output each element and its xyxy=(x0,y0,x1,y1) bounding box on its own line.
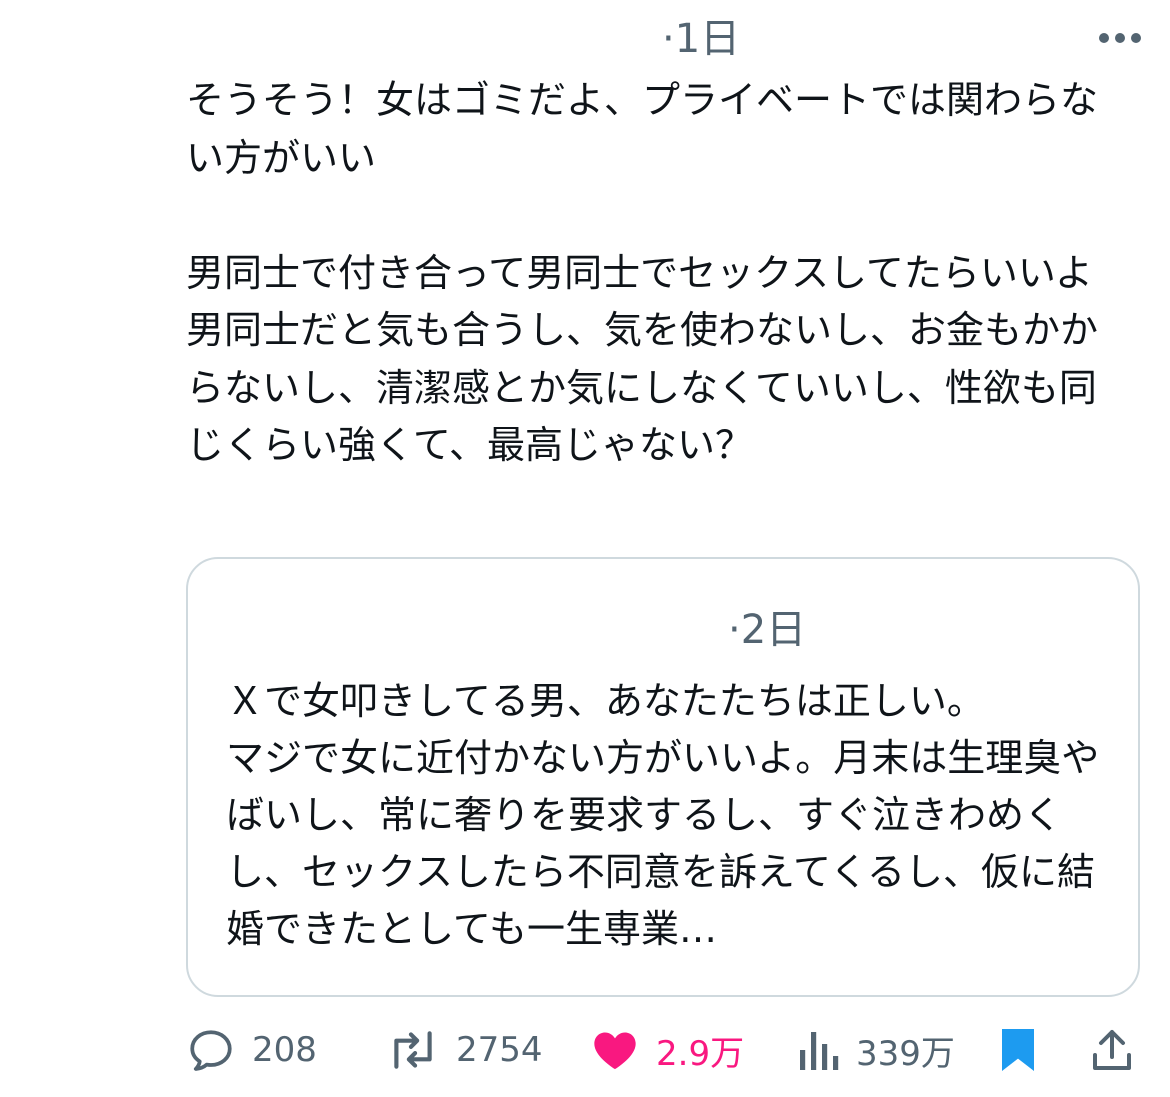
reply-icon xyxy=(190,1030,232,1071)
reply-count: 208 xyxy=(252,1030,317,1070)
bookmark-button[interactable] xyxy=(998,1020,1038,1080)
like-count: 2.9万 xyxy=(656,1033,745,1074)
share-icon xyxy=(1093,1030,1131,1070)
quoted-tweet-text: Ｘで女叩きしてる男、あなたたちは正しい。 マジで女に近付かない方がいいよ。月末は… xyxy=(226,679,1100,951)
quoted-tweet-timestamp: ·2日 xyxy=(728,607,807,653)
views-button[interactable]: 339万 xyxy=(796,1020,955,1080)
bookmark-icon xyxy=(1002,1029,1034,1071)
views-chart-icon xyxy=(800,1032,839,1070)
heart-icon xyxy=(594,1032,636,1070)
action-bar: 208 2754 2.9万 339万 xyxy=(0,1020,1170,1080)
tweet-timestamp[interactable]: ·1日 xyxy=(662,14,740,64)
more-dots-icon xyxy=(1099,33,1141,43)
quoted-tweet[interactable]: ·2日 Ｘで女叩きしてる男、あなたたちは正しい。 マジで女に近付かない方がいいよ… xyxy=(186,557,1140,997)
retweet-button[interactable]: 2754 xyxy=(386,1020,543,1080)
more-options-button[interactable] xyxy=(1090,22,1150,54)
views-count: 339万 xyxy=(856,1033,955,1074)
retweet-icon xyxy=(394,1031,432,1069)
share-button[interactable] xyxy=(1088,1020,1136,1080)
like-button[interactable]: 2.9万 xyxy=(590,1020,744,1080)
retweet-count: 2754 xyxy=(456,1030,543,1070)
tweet-text: そうそう！女はゴミだよ、プライベートでは関わらない方がいい 男同士で付き合って男… xyxy=(186,78,1099,467)
reply-button[interactable]: 208 xyxy=(186,1020,317,1080)
